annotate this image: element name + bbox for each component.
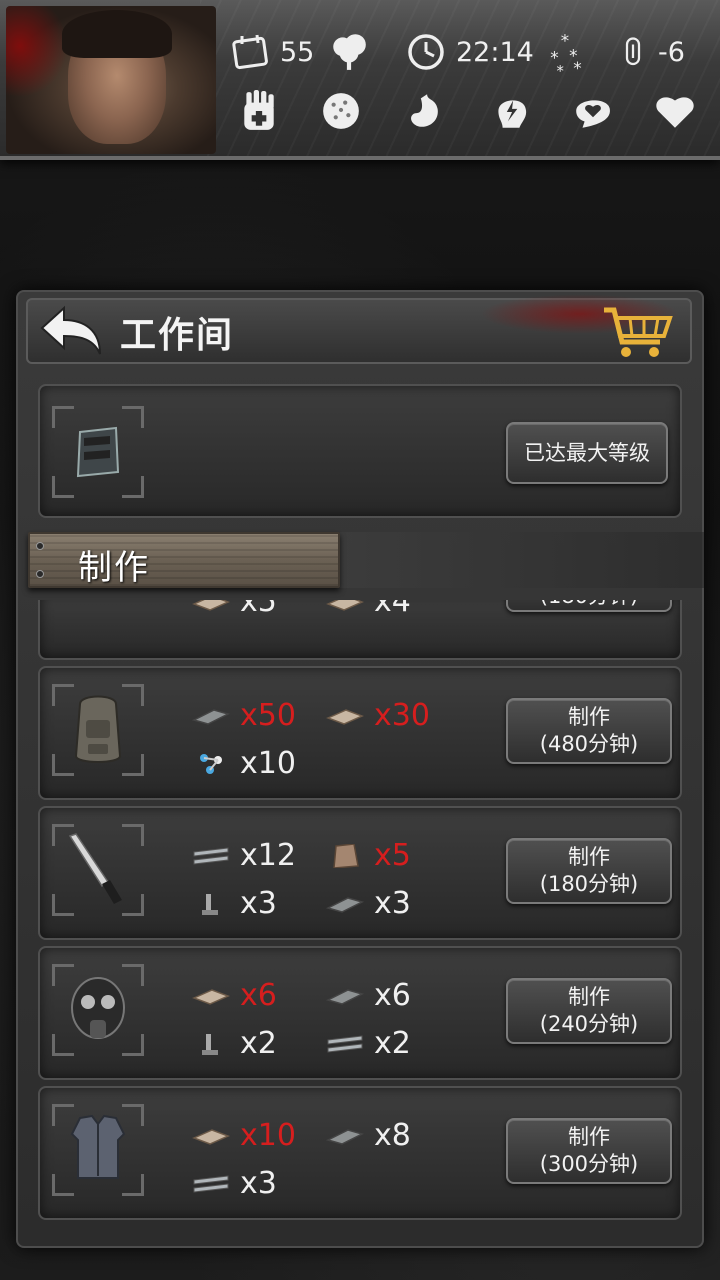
metal-plate-icon (326, 1128, 364, 1145)
material-pipe: x2 (192, 1026, 277, 1061)
max-level-label: 已达最大等级 (524, 440, 650, 465)
back-arrow-icon[interactable] (36, 304, 106, 358)
workbench-slot (52, 406, 144, 498)
machete-icon (68, 833, 122, 904)
material-metal-plate: x6 (326, 978, 411, 1013)
material-steel-beam: x12 (192, 838, 296, 873)
page-title: 工作间 (120, 315, 235, 356)
item-slot (52, 964, 144, 1056)
craft-button-body-armor[interactable]: 制作 (300分钟) (506, 1118, 672, 1184)
material-metal-plate: x3 (326, 886, 411, 921)
day-value: 55 (280, 36, 315, 68)
clock-icon (408, 34, 444, 70)
crafting-section-label: 制作 (78, 548, 150, 588)
item-slot (52, 1104, 144, 1196)
item-slot (52, 684, 144, 776)
steel-beam-icon (327, 1034, 363, 1053)
craft-button-partial[interactable]: (180分钟) (506, 600, 672, 612)
material-steel-beam: x2 (326, 1026, 411, 1061)
steel-beam-icon (193, 846, 229, 865)
svg-text:*: * (561, 32, 569, 51)
chemicals-icon (200, 753, 222, 774)
wood-planks-icon (326, 708, 364, 725)
recipe-row-partial: x5 x4 (180分钟) (16, 600, 704, 670)
metal-plate-icon (326, 896, 364, 913)
mood-icon[interactable] (572, 90, 614, 132)
material-metal-plate: x8 (326, 1118, 411, 1153)
craft-button-machete[interactable]: 制作 (180分钟) (506, 838, 672, 904)
wood-planks-icon (192, 1128, 230, 1145)
survivor-portrait[interactable] (6, 6, 216, 154)
health-hand-icon[interactable] (238, 90, 280, 132)
material-chemicals: x10 (192, 746, 296, 781)
crafting-section-tab (28, 532, 340, 588)
material-pipe: x3 (192, 886, 277, 921)
section-strip (340, 532, 704, 588)
recipe-card-gas-mask: x6 x6 x2 x2 制作 (240分钟) (38, 946, 682, 1080)
stone-icon (333, 843, 359, 868)
backpack-icon (74, 695, 122, 763)
wood-planks-icon (326, 600, 364, 611)
material-partial-1: x5 (192, 600, 277, 619)
body-armor-icon (70, 1114, 126, 1179)
recipe-card-body-armor: x10 x8 x3 制作 (300分钟) (38, 1086, 682, 1220)
thermometer-icon (625, 37, 641, 66)
max-level-button[interactable]: 已达最大等级 (506, 422, 668, 484)
material-wood-planks: x6 (192, 978, 277, 1013)
immunity-icon[interactable] (320, 90, 362, 132)
weather-cloud-icon (333, 34, 366, 70)
svg-text:*: * (557, 63, 564, 74)
shopping-cart-icon[interactable] (600, 304, 676, 362)
recipe-card-backpack: x50 x30 x10 制作 (480分钟) (38, 666, 682, 800)
svg-text:*: * (573, 58, 581, 74)
pipe-icon (202, 1033, 218, 1055)
material-stone: x5 (326, 838, 411, 873)
material-metal-plate: x50 (192, 698, 296, 733)
calendar-icon (232, 34, 268, 70)
game-clock: 22:14 (406, 32, 534, 72)
temperature-readout: -6 (618, 32, 685, 72)
heart-icon[interactable] (654, 90, 696, 132)
day-counter: 55 (230, 32, 314, 72)
stomach-icon[interactable] (404, 90, 446, 132)
workbench-icon (76, 426, 120, 478)
metal-plate-icon (326, 988, 364, 1005)
wood-planks-icon (192, 988, 230, 1005)
metal-plate-icon (192, 708, 230, 725)
steel-beam-icon (193, 1174, 229, 1193)
craft-button-backpack[interactable]: 制作 (480分钟) (506, 698, 672, 764)
craft-button-gas-mask[interactable]: 制作 (240分钟) (506, 978, 672, 1044)
material-partial-2: x4 (326, 600, 411, 619)
snow-icon: * * * * * (550, 32, 581, 74)
gas-mask-icon (71, 977, 125, 1039)
wood-planks-icon (192, 600, 230, 611)
item-slot (52, 824, 144, 916)
temperature-value: -6 (658, 36, 685, 68)
workbench-card: 已达最大等级 (38, 384, 682, 518)
recipe-card-machete: x12 x5 x3 x3 制作 (180分钟) (38, 806, 682, 940)
energy-head-icon[interactable] (490, 90, 532, 132)
material-wood-planks: x30 (326, 698, 430, 733)
material-wood-planks: x10 (192, 1118, 296, 1153)
pipe-icon (202, 893, 218, 915)
material-steel-beam: x3 (192, 1166, 277, 1201)
time-value: 22:14 (456, 36, 534, 68)
